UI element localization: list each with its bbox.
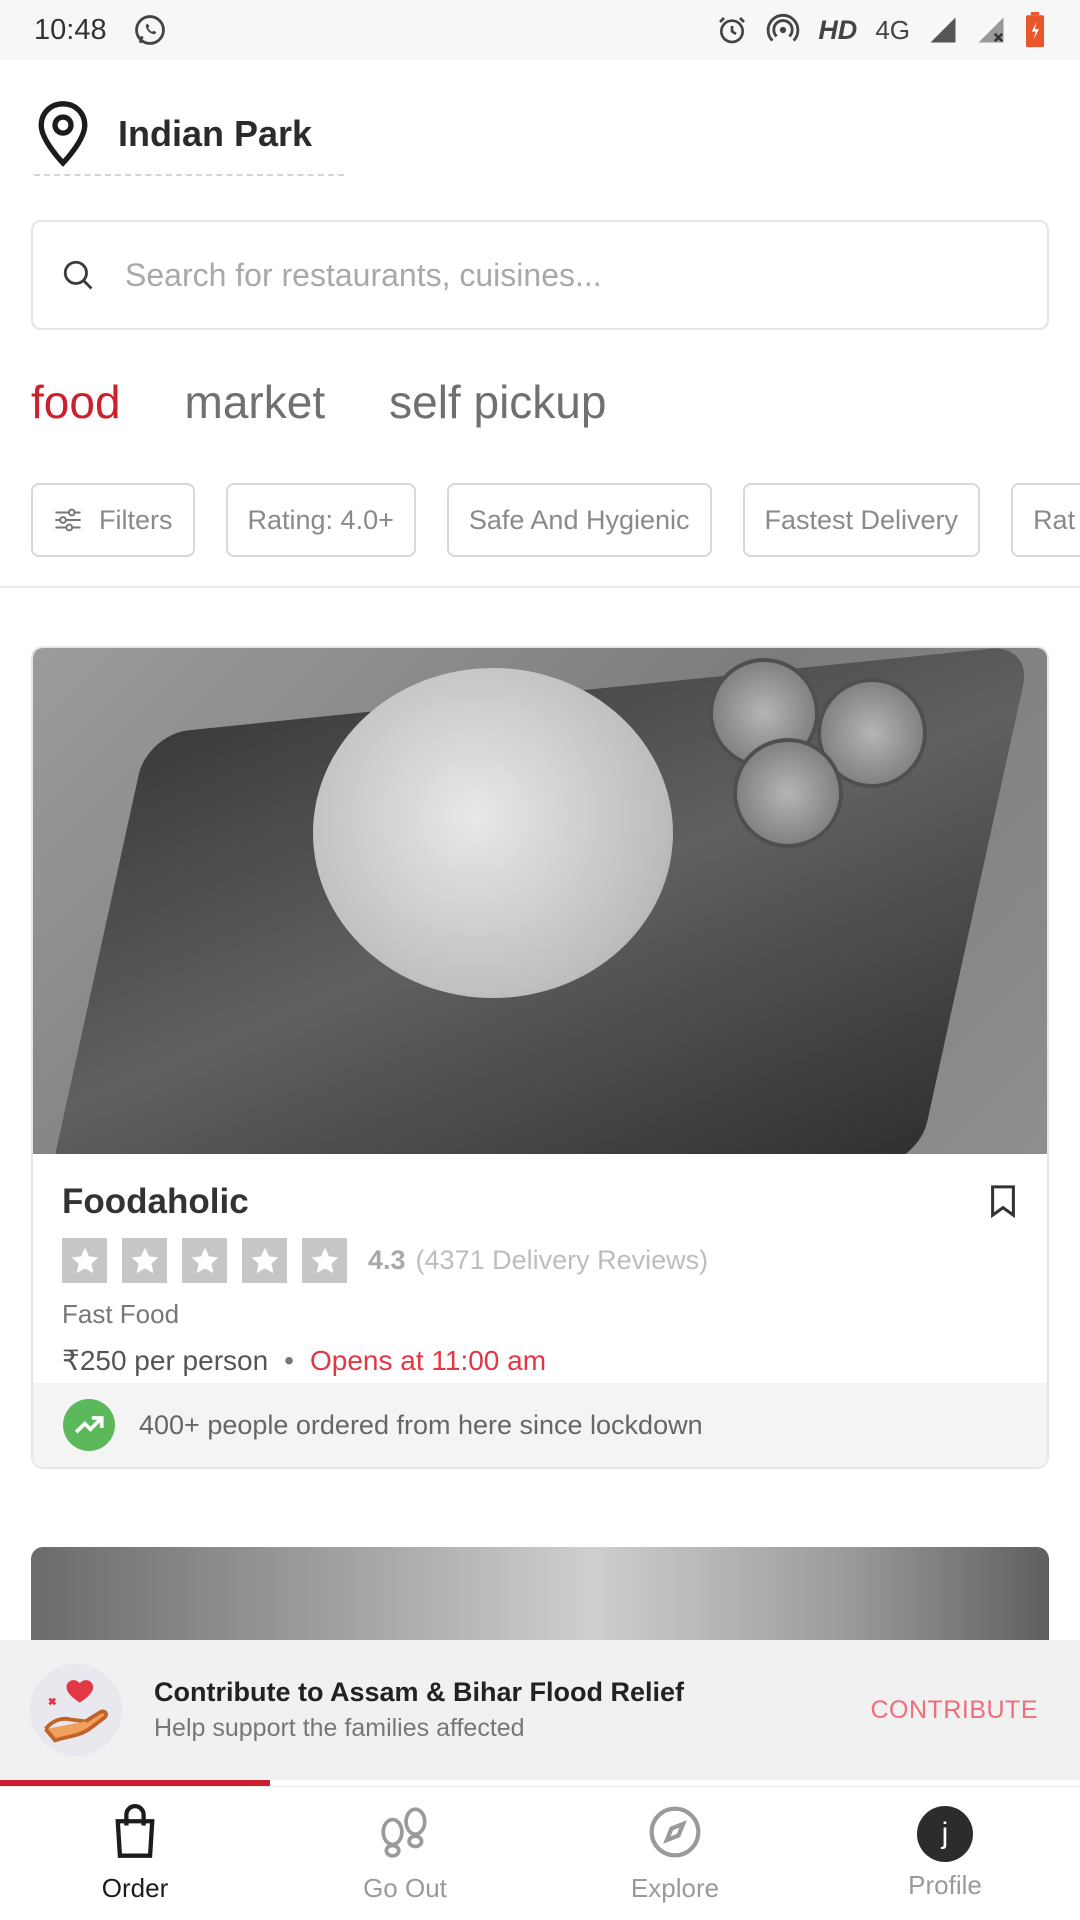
nav-profile-label: Profile — [908, 1870, 982, 1900]
bag-icon — [108, 1803, 162, 1865]
nav-order[interactable]: Order — [0, 1787, 270, 1920]
tab-market[interactable]: market — [185, 375, 326, 429]
section-divider — [0, 586, 1080, 588]
star-icon — [242, 1238, 287, 1283]
price-row: ₹250 per person • Opens at 11:00 am — [62, 1344, 1018, 1377]
bookmark-icon[interactable] — [989, 1184, 1017, 1223]
restaurant-photo — [33, 648, 1047, 1154]
search-icon — [61, 258, 95, 292]
location-selector[interactable]: Indian Park — [34, 100, 312, 168]
card-footer: 400+ people ordered from here since lock… — [33, 1383, 1047, 1467]
filters-button[interactable]: Filters — [31, 483, 195, 557]
star-icon — [62, 1238, 107, 1283]
signal-x-icon — [976, 15, 1006, 45]
hd-indicator: HD — [818, 14, 858, 45]
cuisine-label: Fast Food — [62, 1299, 180, 1329]
restaurant-card-next[interactable] — [31, 1547, 1049, 1647]
compass-icon — [647, 1804, 703, 1865]
search-bar[interactable]: Search for restaurants, cuisines... — [31, 220, 1049, 330]
rating-row: 4.3 (4371 Delivery Reviews) — [62, 1238, 1018, 1283]
category-tabs: food market self pickup — [31, 375, 670, 429]
bottom-navigation: Order Go Out Explore j Profile — [0, 1786, 1080, 1920]
sliders-icon — [53, 507, 83, 533]
location-underline — [34, 174, 344, 176]
location-name: Indian Park — [118, 113, 313, 154]
star-icon — [302, 1238, 347, 1283]
hotspot-icon — [766, 13, 800, 47]
tab-self-pickup[interactable]: self pickup — [389, 375, 606, 429]
whatsapp-icon — [133, 13, 167, 47]
nav-go-out[interactable]: Go Out — [270, 1787, 540, 1920]
restaurant-name: Foodaholic — [62, 1182, 249, 1221]
review-count: (4371 Delivery Reviews) — [415, 1245, 709, 1275]
filter-rating[interactable]: Rating: 4.0+ — [225, 483, 416, 557]
filter-safe-hygienic[interactable]: Safe And Hygienic — [446, 483, 712, 557]
location-pin-icon — [34, 100, 92, 168]
rating-value: 4.3 — [368, 1245, 406, 1275]
search-placeholder: Search for restaurants, cuisines... — [125, 256, 602, 293]
alarm-icon — [716, 14, 748, 46]
filter-fastest-delivery[interactable]: Fastest Delivery — [742, 483, 981, 557]
nav-profile[interactable]: j Profile — [810, 1787, 1080, 1920]
nav-explore-label: Explore — [630, 1872, 720, 1903]
donation-banner[interactable]: Contribute to Assam & Bihar Flood Relief… — [0, 1640, 1080, 1780]
orders-since-lockdown: 400+ people ordered from here since lock… — [139, 1409, 703, 1440]
heart-hand-icon — [30, 1664, 122, 1756]
nav-go-out-label: Go Out — [363, 1872, 447, 1903]
filters-label: Filters — [99, 504, 173, 535]
signal-icon — [928, 15, 958, 45]
avatar: j — [917, 1806, 973, 1862]
status-bar: 10:48 HD 4G — [0, 0, 1080, 60]
filter-chips: Filters Rating: 4.0+ Safe And Hygienic F… — [31, 483, 1080, 557]
status-time: 10:48 — [34, 13, 107, 46]
trending-up-icon — [63, 1399, 115, 1451]
tab-food[interactable]: food — [31, 375, 121, 429]
network-type: 4G — [875, 14, 910, 45]
separator-dot: • — [284, 1344, 294, 1376]
banner-title: Contribute to Assam & Bihar Flood Relief — [154, 1677, 685, 1707]
nav-order-label: Order — [101, 1872, 169, 1903]
footprints-icon — [376, 1804, 434, 1865]
price-label: ₹250 per person — [62, 1345, 269, 1376]
nav-explore[interactable]: Explore — [540, 1787, 810, 1920]
filter-rating-more[interactable]: Rat — [1011, 483, 1080, 557]
contribute-button[interactable]: CONTRIBUTE — [871, 1696, 1039, 1725]
restaurant-card[interactable]: Foodaholic 4.3 (4371 Delivery Reviews) F… — [31, 646, 1049, 1469]
star-icon — [182, 1238, 227, 1283]
star-icon — [122, 1238, 167, 1283]
battery-icon — [1024, 12, 1046, 48]
opening-status: Opens at 11:00 am — [309, 1344, 547, 1376]
banner-subtitle: Help support the families affected — [154, 1714, 525, 1742]
